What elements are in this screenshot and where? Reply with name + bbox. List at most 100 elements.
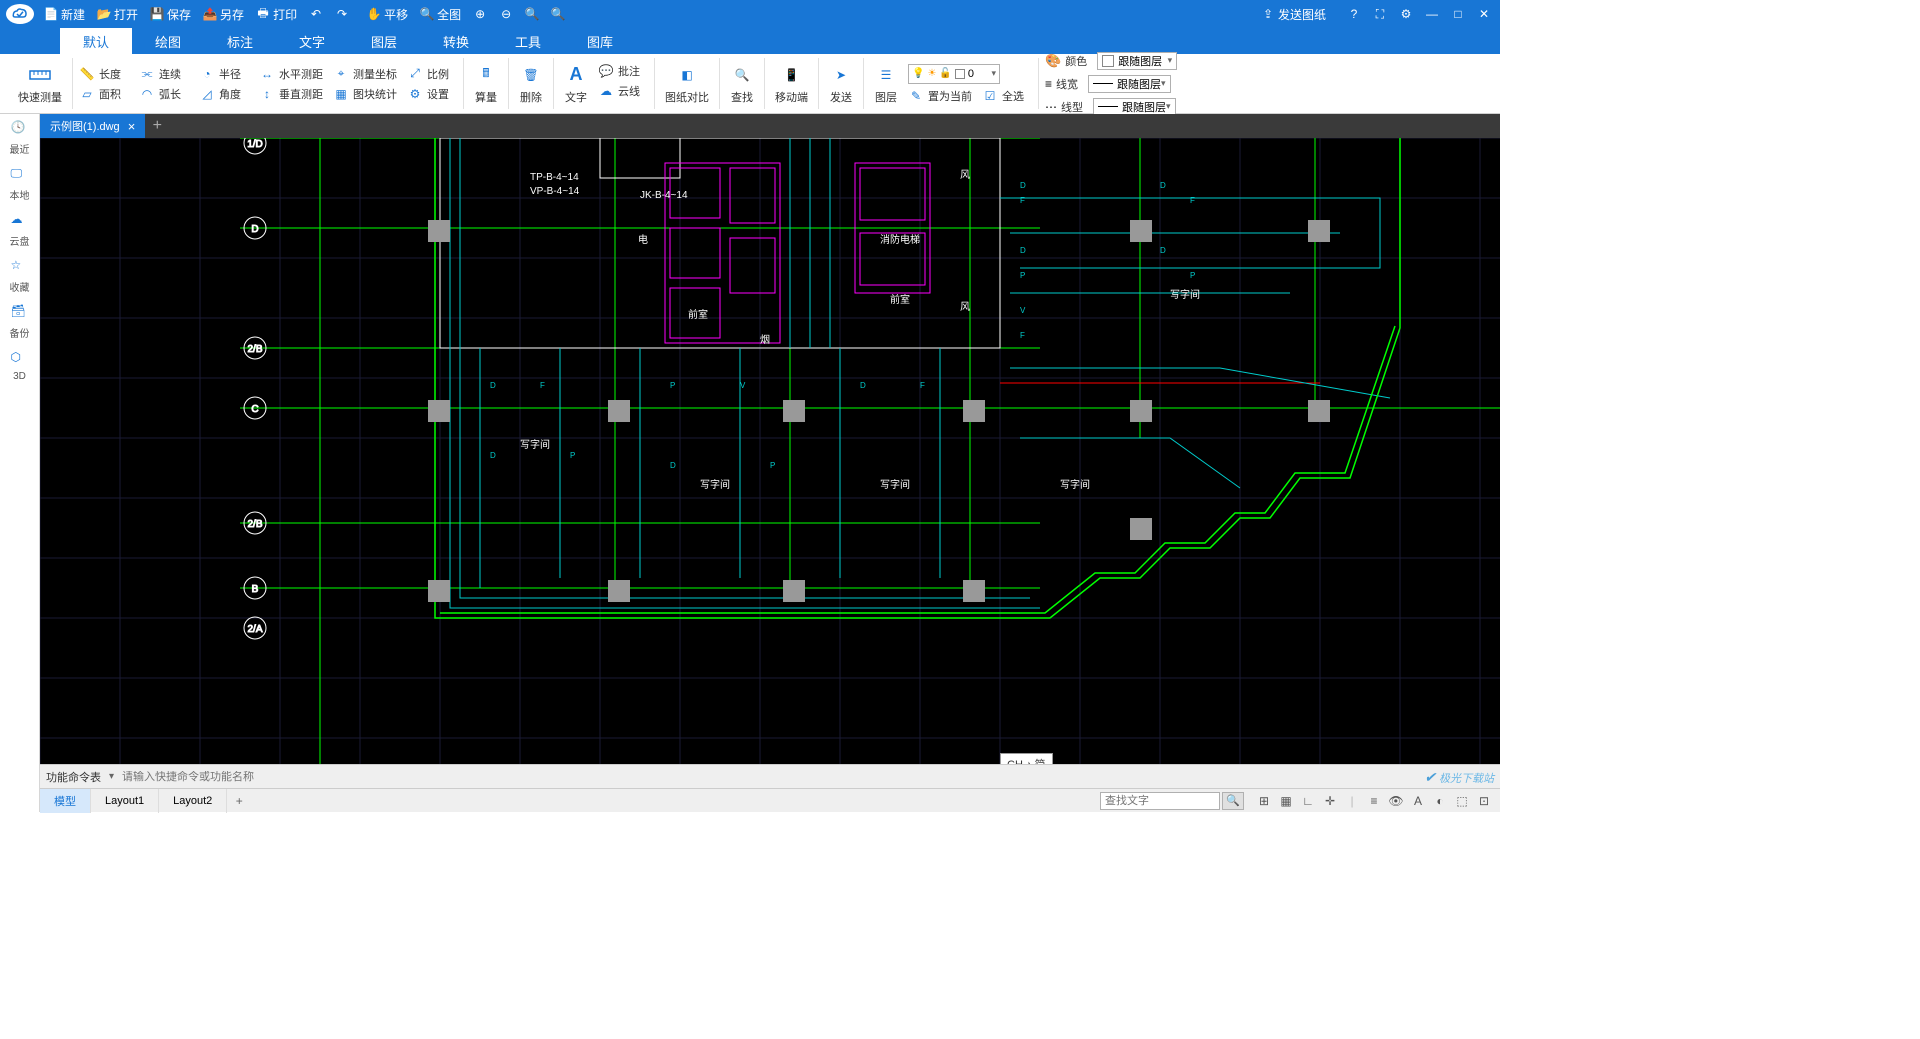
menu-draw[interactable]: 绘图 — [132, 28, 204, 54]
cube-icon: ⬡ — [11, 350, 29, 368]
osnap-toggle[interactable]: ⊞ — [1256, 793, 1272, 809]
cloud-icon: ☁ — [11, 212, 29, 230]
rb-vdist[interactable]: ↕垂直测距 — [259, 86, 323, 102]
rb-arc[interactable]: ◠弧长 — [139, 86, 189, 102]
qa-zoomout[interactable]: ⊖ — [499, 7, 513, 21]
separator: | — [1344, 793, 1360, 809]
command-input[interactable] — [122, 771, 622, 783]
nav-backup[interactable]: 🗃备份 — [10, 304, 30, 340]
status-toggles: ⊞ ▦ ∟ ✛ | ≡ 👁 A ◐ ⬚ ⊡ — [1256, 793, 1492, 809]
qa-zoomwin[interactable]: 🔍 — [525, 7, 539, 21]
rb-coord[interactable]: ⌖测量坐标 — [333, 66, 397, 82]
layout-tab-add[interactable]: + — [227, 794, 251, 808]
rb-quickmeasure[interactable]: 快速测量 — [14, 63, 66, 105]
redo-icon: ↷ — [335, 7, 349, 21]
zoom-fit-icon: 🔍 — [420, 7, 434, 21]
rb-setcurrent[interactable]: ✎置为当前 — [908, 88, 972, 104]
doc-tab-active[interactable]: 示例图(1).dwg× — [40, 114, 145, 138]
new-file-icon: 📄 — [44, 7, 58, 21]
rb-scale[interactable]: ⤢比例 — [407, 66, 457, 82]
rb-delete[interactable]: 🗑删除 — [515, 63, 547, 105]
zoom-window-icon: 🔍 — [525, 7, 539, 21]
rb-cloud[interactable]: ☁云线 — [598, 83, 648, 99]
qa-undo[interactable]: ↶ — [309, 7, 323, 21]
qa-fit[interactable]: 🔍全图 — [420, 6, 461, 23]
maximize-button[interactable]: □ — [1448, 4, 1468, 24]
doc-tab-add[interactable]: + — [145, 114, 169, 138]
misc-toggle-1[interactable]: ◐ — [1432, 793, 1448, 809]
misc-toggle-2[interactable]: ⬚ — [1454, 793, 1470, 809]
rb-continuous[interactable]: ⫘连续 — [139, 66, 189, 82]
minimize-button[interactable]: — — [1422, 4, 1442, 24]
svg-text:V: V — [740, 381, 746, 390]
help-button[interactable]: ? — [1344, 4, 1364, 24]
rb-blockcount[interactable]: ▦图块统计 — [333, 86, 397, 102]
lineweight-select[interactable]: 跟随图层 — [1088, 75, 1171, 93]
text-search-button[interactable]: 🔍 — [1222, 792, 1244, 810]
view-toggle[interactable]: 👁 — [1388, 793, 1404, 809]
menu-annotate[interactable]: 标注 — [204, 28, 276, 54]
polar-toggle[interactable]: ✛ — [1322, 793, 1338, 809]
ortho-toggle[interactable]: ∟ — [1300, 793, 1316, 809]
qa-save[interactable]: 💾保存 — [150, 6, 191, 23]
rb-length[interactable]: 📏长度 — [79, 66, 129, 82]
rb-annotate[interactable]: 💬批注 — [598, 63, 648, 79]
qa-pan[interactable]: ✋平移 — [367, 6, 408, 23]
menu-text[interactable]: 文字 — [276, 28, 348, 54]
nav-3d[interactable]: ⬡3D — [11, 350, 29, 382]
grid-toggle[interactable]: ▦ — [1278, 793, 1294, 809]
close-button[interactable]: ✕ — [1474, 4, 1494, 24]
layer-selector[interactable]: 💡 ☀ 🔓 0 — [908, 64, 1000, 84]
rb-angle[interactable]: ◿角度 — [199, 86, 249, 102]
nav-recent[interactable]: 🕓最近 — [10, 120, 30, 156]
nav-cloud[interactable]: ☁云盘 — [10, 212, 30, 248]
rb-hdist[interactable]: ↔水平测距 — [259, 66, 323, 82]
qa-send-drawing[interactable]: ⇪发送图纸 — [1261, 6, 1326, 23]
rb-mobile[interactable]: 📱移动端 — [771, 63, 812, 105]
svg-text:D: D — [490, 451, 496, 460]
text-toggle[interactable]: A — [1410, 793, 1426, 809]
qa-zoomin[interactable]: ⊕ — [473, 7, 487, 21]
svg-text:电: 电 — [638, 233, 648, 246]
rb-find[interactable]: 🔍查找 — [726, 63, 758, 105]
rb-send[interactable]: ➤发送 — [825, 63, 857, 105]
svg-text:烟: 烟 — [760, 333, 770, 346]
rb-compare[interactable]: ◧图纸对比 — [661, 63, 713, 105]
color-select[interactable]: 跟随图层 — [1097, 52, 1177, 70]
drawing-canvas[interactable]: D 2/B C 2/B B 2/A 1/D 电 前室 消防电梯 前室 烟 风 风… — [40, 138, 1500, 764]
qa-new[interactable]: 📄新建 — [44, 6, 85, 23]
nav-local[interactable]: 🖵本地 — [10, 166, 30, 202]
qa-redo[interactable]: ↷ — [335, 7, 349, 21]
misc-toggle-3[interactable]: ⊡ — [1476, 793, 1492, 809]
text-search-input[interactable] — [1100, 792, 1220, 810]
rb-radius[interactable]: ◔半径 — [199, 66, 249, 82]
rb-area[interactable]: ▱面积 — [79, 86, 129, 102]
layout-tab-2[interactable]: Layout2 — [159, 789, 227, 813]
rb-qty[interactable]: 🖩算量 — [470, 63, 502, 105]
qa-saveas[interactable]: 📤另存 — [203, 6, 244, 23]
qa-print[interactable]: 🖶打印 — [256, 6, 297, 23]
rb-layer[interactable]: ☰图层 — [870, 63, 902, 105]
lineweight-toggle[interactable]: ≡ — [1366, 793, 1382, 809]
menu-convert[interactable]: 转换 — [420, 28, 492, 54]
tab-close-icon[interactable]: × — [128, 119, 136, 134]
rb-text[interactable]: A文字 — [560, 63, 592, 105]
sun-icon: ☀ — [927, 68, 936, 79]
fullscreen-button[interactable]: ⛶ — [1370, 4, 1390, 24]
minimize-icon: — — [1426, 7, 1438, 21]
menu-tools[interactable]: 工具 — [492, 28, 564, 54]
menu-library[interactable]: 图库 — [564, 28, 636, 54]
menu-layer[interactable]: 图层 — [348, 28, 420, 54]
nav-fav[interactable]: ☆收藏 — [10, 258, 30, 294]
rb-selectall[interactable]: ☑全选 — [982, 88, 1032, 104]
menu-default[interactable]: 默认 — [60, 28, 132, 54]
settings-button[interactable]: ⚙ — [1396, 4, 1416, 24]
svg-text:VP-B-4~14: VP-B-4~14 — [530, 186, 580, 197]
layout-tab-1[interactable]: Layout1 — [91, 789, 159, 813]
chevron-down-icon[interactable]: ▾ — [109, 771, 114, 782]
linetype-select[interactable]: 跟随图层 — [1093, 98, 1176, 116]
qa-open[interactable]: 📂打开 — [97, 6, 138, 23]
rb-settings[interactable]: ⚙设置 — [407, 86, 457, 102]
qa-zoomext[interactable]: 🔍 — [551, 7, 565, 21]
layout-tab-model[interactable]: 模型 — [40, 789, 91, 813]
